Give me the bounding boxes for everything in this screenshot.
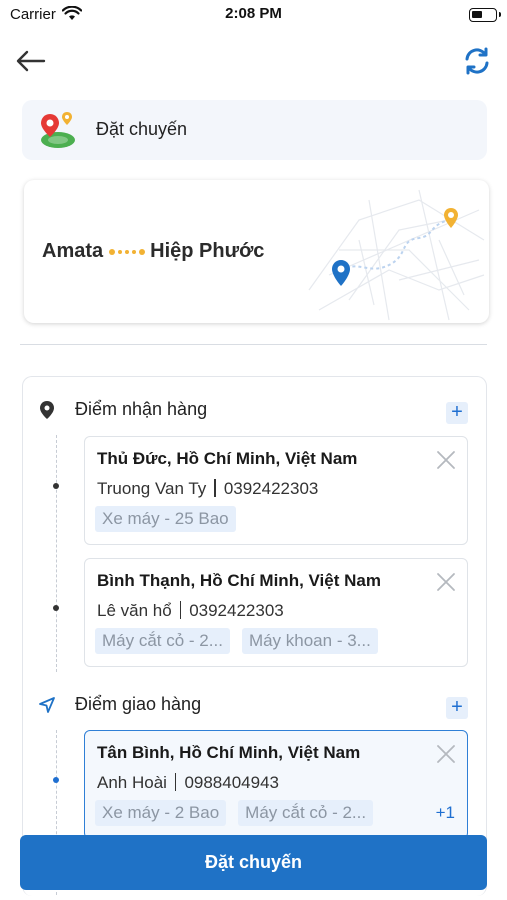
stop-contact: Lê văn hổ 0392422303 (97, 601, 284, 621)
route-connector (107, 248, 146, 255)
delivery-section-header: Điểm giao hàng (37, 694, 201, 715)
more-tags-count[interactable]: +1 (436, 803, 455, 823)
route-card[interactable]: Amata Hiệp Phước (24, 180, 489, 323)
location-pin-icon (37, 400, 57, 420)
clock: 2:08 PM (225, 5, 282, 22)
delivery-stop-card[interactable]: Tân Bình, Hồ Chí Minh, Việt Nam Anh Hoài… (84, 730, 468, 839)
close-icon[interactable] (435, 743, 457, 765)
pickup-stop-card[interactable]: Bình Thạnh, Hồ Chí Minh, Việt Nam Lê văn… (84, 558, 468, 667)
pickup-section-header: Điểm nhận hàng (37, 399, 207, 420)
contact-phone: 0988404943 (184, 773, 279, 792)
pickup-stop-card[interactable]: Thủ Đức, Hồ Chí Minh, Việt Nam Truong Va… (84, 436, 468, 545)
stop-contact: Truong Van Ty 0392422303 (97, 479, 318, 499)
contact-name: Truong Van Ty (97, 479, 207, 498)
route-summary: Amata Hiệp Phước (42, 240, 264, 263)
cargo-tag: Máy cắt cỏ - 2... (238, 800, 374, 826)
timeline-dot (53, 483, 59, 489)
route-map-illustration (308, 189, 485, 321)
add-pickup-button[interactable]: + (446, 402, 468, 424)
stops-panel: Điểm nhận hàng + Thủ Đức, Hồ Chí Minh, V… (22, 376, 487, 896)
navigation-arrow-icon (37, 695, 57, 715)
arrow-left-icon (16, 50, 46, 72)
pickup-timeline (56, 435, 57, 672)
stop-address: Tân Bình, Hồ Chí Minh, Việt Nam (97, 743, 361, 762)
refresh-icon (465, 47, 489, 75)
close-icon[interactable] (435, 449, 457, 471)
timeline-dot (53, 777, 59, 783)
map-pin-icon (38, 110, 78, 150)
book-trip-button[interactable]: Đặt chuyến (20, 835, 487, 890)
status-bar: Carrier 2:08 PM (0, 0, 507, 30)
stop-contact: Anh Hoài 0988404943 (97, 773, 279, 793)
cargo-tags: Xe máy - 2 Bao Máy cắt cỏ - 2... (95, 800, 385, 826)
cargo-tag: Xe máy - 25 Bao (95, 506, 236, 532)
stop-address: Thủ Đức, Hồ Chí Minh, Việt Nam (97, 449, 358, 468)
route-origin: Amata (42, 240, 104, 262)
destination-pin-icon (444, 208, 458, 228)
timeline-dot (53, 605, 59, 611)
cargo-tag: Máy khoan - 3... (241, 628, 378, 654)
battery-icon (469, 8, 501, 22)
back-button[interactable] (14, 46, 50, 76)
route-destination: Hiệp Phước (150, 240, 265, 262)
refresh-button[interactable] (461, 45, 493, 77)
close-icon[interactable] (435, 571, 457, 593)
contact-name: Lê văn hổ (97, 601, 172, 620)
cargo-tags: Máy cắt cỏ - 2... Máy khoan - 3... (95, 628, 390, 654)
delivery-section-title: Điểm giao hàng (75, 694, 202, 714)
contact-phone: 0392422303 (223, 479, 319, 498)
divider (20, 344, 487, 345)
cargo-tag: Xe máy - 2 Bao (95, 800, 227, 826)
service-selector[interactable]: Đặt chuyến (22, 100, 487, 160)
cargo-tags: Xe máy - 25 Bao (95, 506, 248, 532)
add-delivery-button[interactable]: + (446, 697, 468, 719)
origin-pin-icon (332, 260, 350, 286)
cargo-tag: Máy cắt cỏ - 2... (95, 628, 230, 654)
stop-address: Bình Thạnh, Hồ Chí Minh, Việt Nam (97, 571, 381, 590)
pickup-section-title: Điểm nhận hàng (75, 399, 208, 419)
contact-name: Anh Hoài (97, 773, 167, 792)
service-label: Đặt chuyến (96, 119, 188, 139)
contact-phone: 0392422303 (189, 601, 284, 620)
